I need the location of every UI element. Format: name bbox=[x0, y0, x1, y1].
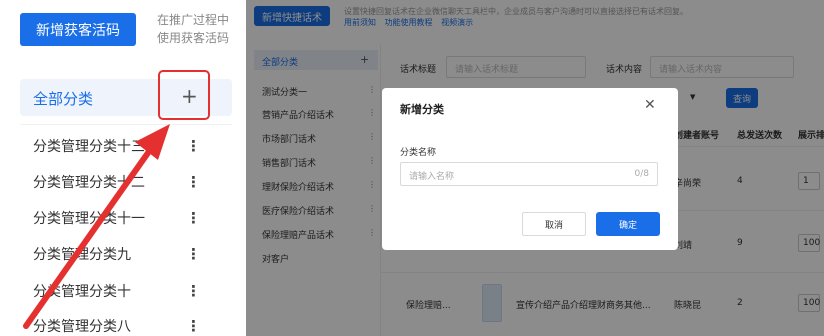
more-options-icon[interactable]: ⋮ bbox=[186, 247, 201, 262]
category-name-input[interactable]: 请输入名称 0/8 bbox=[400, 162, 658, 186]
category-item[interactable]: 分类管理分类十一 bbox=[33, 208, 145, 228]
more-options-icon[interactable]: ⋮ bbox=[186, 211, 201, 226]
more-options-icon[interactable]: ⋮ bbox=[186, 175, 201, 190]
category-item[interactable]: 分类管理分类八 bbox=[33, 316, 131, 336]
more-options-icon[interactable]: ⋮ bbox=[186, 139, 201, 154]
description-line: 使用获客活码 bbox=[157, 31, 230, 45]
char-counter: 0/8 bbox=[634, 169, 649, 179]
confirm-button[interactable]: 确定 bbox=[596, 212, 660, 236]
input-placeholder: 请输入名称 bbox=[409, 172, 455, 182]
close-icon[interactable]: ✕ bbox=[644, 98, 656, 112]
category-item[interactable]: 分类管理分类十 bbox=[33, 281, 131, 301]
new-category-dialog: 新增分类 ✕ 分类名称 请输入名称 0/8 取消 确定 bbox=[382, 88, 678, 250]
app-screenshot: 新增快捷话术 设置快捷回复话术在企业微信聊天工具栏中，企业成员与客户沟通时可以直… bbox=[246, 0, 824, 336]
more-options-icon[interactable]: ⋮ bbox=[186, 284, 201, 299]
category-item[interactable]: 分类管理分类九 bbox=[33, 244, 131, 264]
description-line: 在推广过程中 bbox=[157, 13, 230, 27]
cancel-button[interactable]: 取消 bbox=[522, 212, 586, 236]
category-item[interactable]: 分类管理分类十三 bbox=[33, 136, 145, 156]
more-options-icon[interactable]: ⋮ bbox=[186, 319, 201, 334]
category-all-label: 全部分类 bbox=[33, 90, 94, 108]
dialog-title: 新增分类 bbox=[400, 103, 444, 116]
divider bbox=[20, 124, 232, 125]
new-acquisition-code-button[interactable]: 新增获客活码 bbox=[20, 13, 136, 46]
category-name-label: 分类名称 bbox=[400, 148, 437, 158]
acquisition-code-description: 在推广过程中 使用获客活码 bbox=[157, 11, 229, 47]
zoomed-category-panel: 新增获客活码 在推广过程中 使用获客活码 全部分类 + 分类管理分类十三 ⋮ 分… bbox=[0, 0, 232, 336]
highlight-box bbox=[158, 70, 210, 120]
category-item[interactable]: 分类管理分类十二 bbox=[33, 172, 145, 192]
